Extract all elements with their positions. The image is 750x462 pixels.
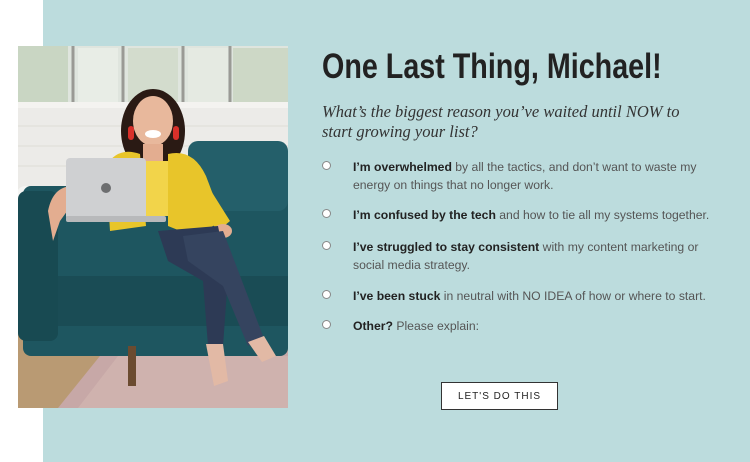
lets-do-this-button[interactable]: LET'S DO THIS	[441, 382, 558, 410]
radio-button[interactable]	[322, 241, 331, 250]
survey-content: One Last Thing, Michael! What’s the bigg…	[322, 44, 732, 335]
radio-button[interactable]	[322, 209, 331, 218]
option-stuck[interactable]: I’ve been stuck in neutral with NO IDEA …	[322, 287, 732, 305]
option-bold-text: Other?	[353, 319, 393, 333]
woman-on-sofa-illustration	[18, 46, 288, 408]
hero-photo	[18, 46, 288, 408]
option-text: Please explain:	[392, 319, 479, 333]
option-confused-tech[interactable]: I’m confused by the tech and how to tie …	[322, 206, 732, 224]
option-overwhelmed[interactable]: I’m overwhelmed by all the tactics, and …	[322, 158, 732, 194]
radio-button[interactable]	[322, 290, 331, 299]
radio-button[interactable]	[322, 320, 331, 329]
option-text: in neutral with NO IDEA of how or where …	[440, 289, 706, 303]
page-title: One Last Thing, Michael!	[322, 47, 662, 86]
option-bold-text: I’ve been stuck	[353, 289, 441, 303]
option-bold-text: I’m overwhelmed	[353, 160, 452, 174]
option-consistency[interactable]: I’ve struggled to stay consistent with m…	[322, 238, 732, 274]
option-text: and how to tie all my systems together.	[495, 208, 710, 222]
option-bold-text: I’m confused by the tech	[353, 208, 496, 222]
survey-question: What’s the biggest reason you’ve waited …	[322, 102, 680, 141]
radio-button[interactable]	[322, 161, 331, 170]
option-bold-text: I’ve struggled to stay consistent	[353, 240, 540, 254]
option-other[interactable]: Other? Please explain:	[322, 317, 732, 335]
answer-options: I’m overwhelmed by all the tactics, and …	[322, 158, 732, 335]
